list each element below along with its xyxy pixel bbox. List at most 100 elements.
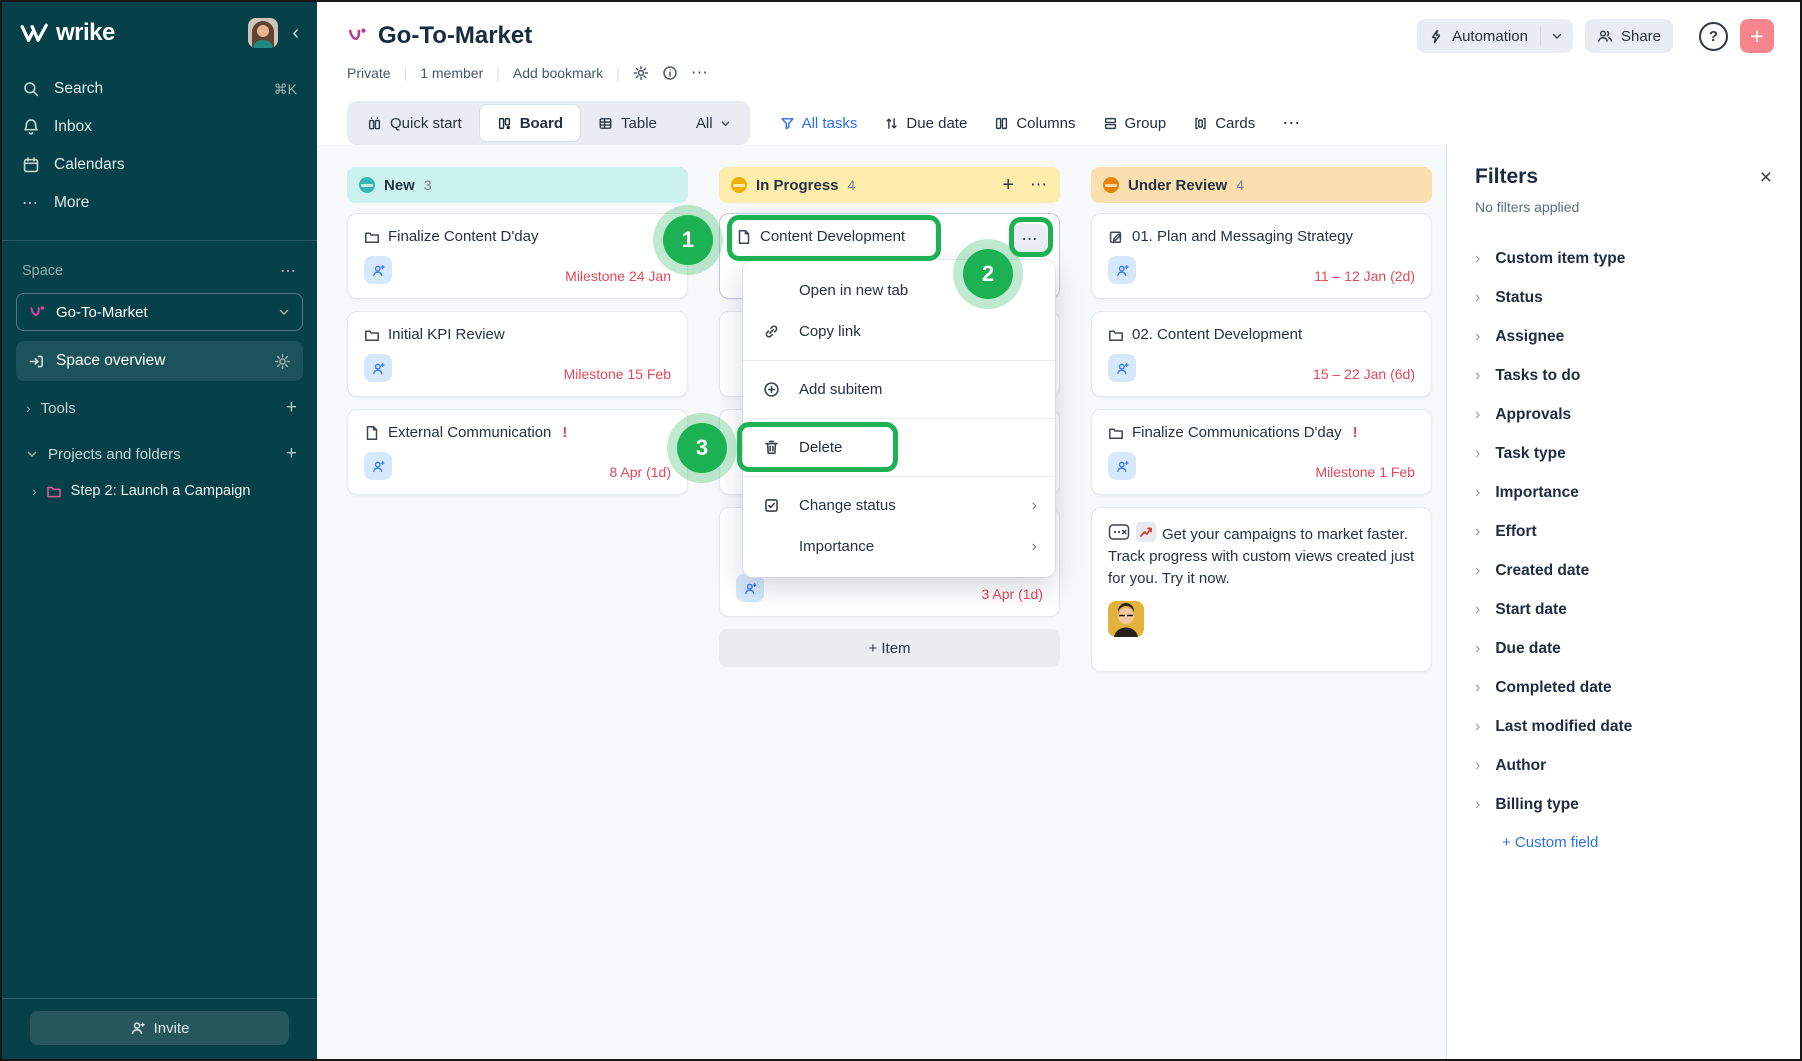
task-card[interactable]: Initial KPI Review Milestone 15 Feb [347, 311, 688, 397]
board-controls: All tasks Due date Columns Group [780, 113, 1302, 134]
assignee-add-badge[interactable] [1108, 452, 1136, 480]
filters-panel: Filters × No filters applied ›Custom ite… [1446, 145, 1800, 1059]
more-dots-icon[interactable]: ⋯ [1282, 113, 1301, 134]
tab-label: Table [621, 115, 657, 132]
add-project-icon[interactable]: + [286, 443, 297, 465]
column-header-in-progress[interactable]: In Progress 4 + ⋯ [719, 167, 1060, 203]
filter-item-effort[interactable]: ›Effort [1475, 512, 1772, 551]
assignee-add-badge[interactable] [364, 354, 392, 382]
view-all-dropdown[interactable]: All [680, 115, 747, 132]
task-doc-icon [364, 425, 380, 441]
columns-control[interactable]: Columns [994, 115, 1075, 132]
all-label: All [696, 115, 713, 132]
filter-item-author[interactable]: ›Author [1475, 746, 1772, 785]
filter-item-due-date[interactable]: ›Due date [1475, 629, 1772, 668]
space-selector[interactable]: Go-To-Market [16, 293, 303, 331]
sidebar-item-project[interactable]: › Step 2: Launch a Campaign [2, 473, 317, 509]
privacy-label[interactable]: Private [347, 65, 391, 81]
folder-icon [364, 229, 380, 245]
assignee-add-badge[interactable] [1108, 354, 1136, 382]
add-item-button[interactable]: + Item [719, 629, 1060, 667]
task-card[interactable]: 02. Content Development 15 – 22 Jan (6d) [1091, 311, 1432, 397]
automation-dropdown[interactable] [1541, 30, 1573, 42]
task-card[interactable]: Finalize Content D'day Milestone 24 Jan [347, 213, 688, 299]
filter-item-importance[interactable]: ›Importance [1475, 473, 1772, 512]
sidebar-item-more[interactable]: ⋯ More [2, 184, 317, 222]
sidebar-item-search[interactable]: Search ⌘K [2, 70, 317, 108]
filter-item-custom-item-type[interactable]: ›Custom item type [1475, 239, 1772, 278]
automation-button[interactable]: Automation [1417, 19, 1573, 53]
filter-item-status[interactable]: ›Status [1475, 278, 1772, 317]
people-icon [1597, 28, 1613, 44]
promo-card[interactable]: Get your campaigns to market faster. Tra… [1091, 507, 1432, 672]
highlight-card-title [727, 215, 941, 261]
share-button[interactable]: Share [1585, 19, 1673, 53]
automation-main[interactable]: Automation [1417, 28, 1540, 45]
group-control[interactable]: Group [1103, 115, 1167, 132]
sidebar-item-calendars[interactable]: Calendars [2, 146, 317, 184]
help-button[interactable]: ? [1699, 22, 1728, 51]
folder-icon [1108, 425, 1124, 441]
assignee-add-badge[interactable] [364, 452, 392, 480]
user-avatar[interactable] [248, 18, 278, 48]
menu-item-importance[interactable]: Importance › [743, 526, 1055, 567]
add-bookmark-link[interactable]: Add bookmark [513, 65, 603, 81]
person-plus-icon [130, 1020, 146, 1036]
menu-item-change-status[interactable]: Change status › [743, 485, 1055, 526]
tab-board[interactable]: Board [479, 104, 581, 142]
sort-due-date[interactable]: Due date [884, 115, 967, 132]
create-new-button[interactable]: + [1740, 19, 1774, 53]
menu-item-copy-link[interactable]: Copy link [743, 311, 1055, 352]
more-dots-icon[interactable]: ⋯ [691, 63, 709, 83]
sidebar-item-tools[interactable]: › Tools + [2, 389, 317, 427]
close-icon[interactable]: × [1760, 167, 1772, 188]
column-count: 3 [424, 177, 432, 193]
task-card[interactable]: External Communication ! 8 Apr (1d) [347, 409, 688, 495]
sort-label: Due date [906, 115, 967, 132]
column-menu-icon[interactable]: ⋯ [1030, 175, 1048, 195]
filter-all-tasks[interactable]: All tasks [780, 115, 858, 132]
filter-item-start-date[interactable]: ›Start date [1475, 590, 1772, 629]
filter-item-last-modified-date[interactable]: ›Last modified date [1475, 707, 1772, 746]
assignee-add-badge[interactable] [1108, 256, 1136, 284]
sidebar-item-projects-folders[interactable]: Projects and folders + [2, 435, 317, 473]
sidebar-bottom: Invite [2, 998, 317, 1059]
add-tool-icon[interactable]: + [286, 397, 297, 419]
task-card[interactable]: Finalize Communications D'day ! Mileston… [1091, 409, 1432, 495]
sidebar-collapse-icon[interactable]: ‹ [292, 23, 299, 43]
invite-button[interactable]: Invite [30, 1011, 289, 1045]
tab-table[interactable]: Table [581, 104, 674, 142]
gear-icon[interactable] [633, 65, 649, 81]
filter-item-tasks-to-do[interactable]: ›Tasks to do [1475, 356, 1772, 395]
view-tabs-row: Quick start Board Table All [347, 101, 1774, 145]
info-icon[interactable] [662, 65, 678, 81]
chevron-right-icon: › [1475, 328, 1480, 346]
column-header-new[interactable]: New 3 [347, 167, 688, 203]
add-custom-field-link[interactable]: + Custom field [1475, 834, 1772, 851]
add-task-icon[interactable]: + [1002, 174, 1014, 197]
tab-quick-start[interactable]: Quick start [350, 104, 479, 142]
filter-item-assignee[interactable]: ›Assignee [1475, 317, 1772, 356]
filter-item-completed-date[interactable]: ›Completed date [1475, 668, 1772, 707]
menu-item-add-subitem[interactable]: Add subitem [743, 369, 1055, 410]
chevron-right-icon: › [1475, 562, 1480, 580]
edit-doc-icon [1108, 229, 1124, 245]
cards-control[interactable]: Cards [1193, 115, 1255, 132]
filter-item-task-type[interactable]: ›Task type [1475, 434, 1772, 473]
assignee-add-badge[interactable] [364, 256, 392, 284]
filter-item-created-date[interactable]: ›Created date [1475, 551, 1772, 590]
filter-item-approvals[interactable]: ›Approvals [1475, 395, 1772, 434]
filter-item-billing-type[interactable]: ›Billing type [1475, 785, 1772, 824]
status-circle-icon [1103, 177, 1119, 193]
gear-icon[interactable] [274, 353, 291, 370]
assignee-add-badge[interactable] [736, 574, 764, 602]
sidebar-item-space-overview[interactable]: Space overview [16, 341, 303, 381]
column-header-under-review[interactable]: Under Review 4 [1091, 167, 1432, 203]
chevron-right-icon: › [1032, 497, 1037, 515]
space-more-icon[interactable]: ⋯ [280, 261, 297, 281]
sidebar-bottom-divider [2, 998, 317, 999]
members-label[interactable]: 1 member [420, 65, 483, 81]
wrike-logo[interactable]: wrike [20, 19, 115, 47]
sidebar-item-inbox[interactable]: Inbox [2, 108, 317, 146]
task-card[interactable]: 01. Plan and Messaging Strategy 11 – 12 … [1091, 213, 1432, 299]
